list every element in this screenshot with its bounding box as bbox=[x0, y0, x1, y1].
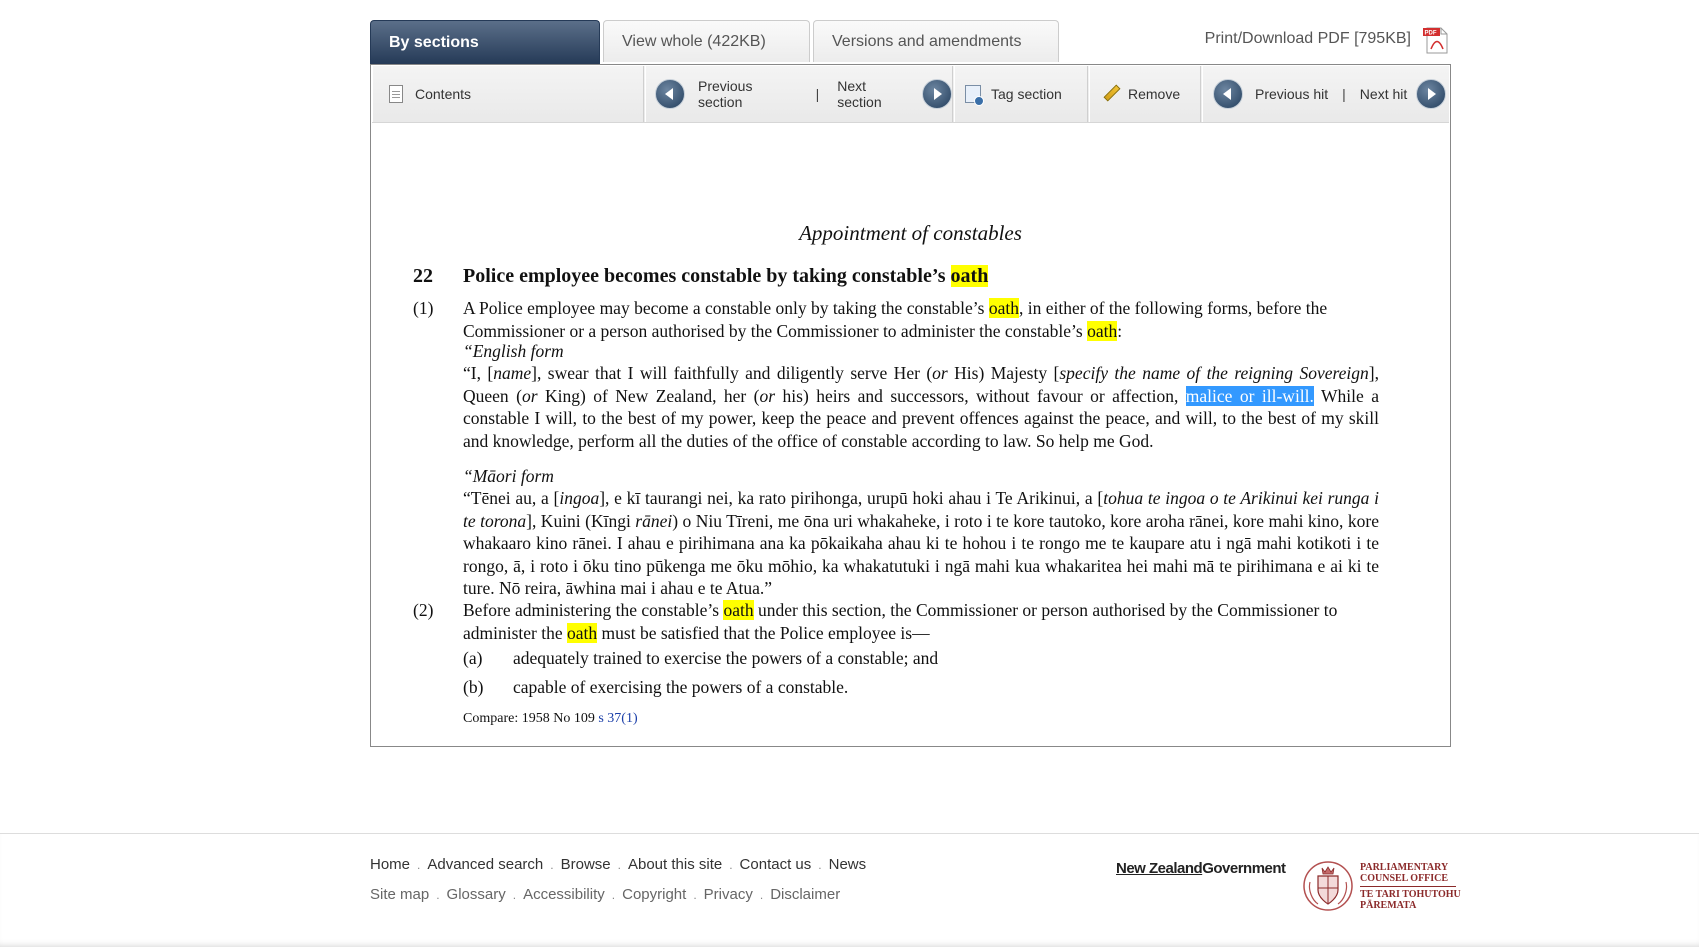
hit-nav: Previous hit | Next hit bbox=[1202, 66, 1450, 122]
footer-links-secondary: Site map. Glossary. Accessibility. Copyrigh… bbox=[370, 886, 840, 903]
subsection-1: A Police employee may become a constable… bbox=[463, 298, 1328, 341]
next-section-link[interactable]: Next section bbox=[837, 78, 912, 110]
pdf-icon[interactable]: PDF bbox=[1421, 25, 1451, 55]
section-title: Police employee becomes constable by tak… bbox=[463, 265, 989, 287]
search-hit: oath bbox=[988, 298, 1019, 318]
footer-link-news[interactable]: News bbox=[829, 856, 867, 873]
tab-by-sections[interactable]: By sections bbox=[370, 20, 600, 64]
remove-label: Remove bbox=[1128, 86, 1181, 102]
footer-link-privacy[interactable]: Privacy bbox=[704, 886, 753, 903]
footer-separator: . bbox=[550, 858, 554, 872]
footer-link-about-this-site[interactable]: About this site bbox=[628, 856, 722, 873]
footer-separator: . bbox=[512, 888, 517, 902]
selected-text: malice or ill-will. bbox=[1185, 385, 1314, 406]
maori-form-label: “Māori form bbox=[463, 466, 554, 486]
english-form-label: “English form bbox=[463, 341, 564, 361]
search-hit: oath bbox=[567, 622, 598, 643]
remove-button[interactable]: Remove bbox=[1089, 66, 1201, 122]
document-icon bbox=[389, 85, 403, 103]
part-heading: Appointment of constables bbox=[799, 221, 1022, 245]
tag-section-button[interactable]: Tag section bbox=[954, 66, 1088, 122]
crest-icon bbox=[1303, 861, 1353, 911]
tab-bar: By sections View whole (422KB) Versions … bbox=[370, 20, 1451, 64]
arrow-right-icon[interactable] bbox=[1416, 79, 1447, 109]
footer-separator: . bbox=[611, 888, 616, 902]
search-hit: oath bbox=[1087, 320, 1118, 341]
compare-note: Compare: 1958 No 109 s 37(1) bbox=[463, 711, 638, 726]
pco-logo-text[interactable]: PARLIAMENTARY COUNSEL OFFICE TE TARI TOH… bbox=[1360, 862, 1461, 911]
footer-link-accessibility[interactable]: Accessibility bbox=[523, 886, 605, 903]
previous-section-link[interactable]: Previous section bbox=[698, 78, 798, 110]
footer-link-contact-us[interactable]: Contact us bbox=[740, 856, 812, 873]
footer-link-home[interactable]: Home bbox=[370, 856, 410, 873]
footer-separator: . bbox=[417, 858, 421, 872]
footer-link-disclaimer[interactable]: Disclaimer bbox=[770, 886, 840, 903]
toolbar: Contents Previous section | Next section… bbox=[372, 66, 1449, 123]
footer-separator: . bbox=[617, 858, 621, 872]
english-oath: “I, [name], swear that I will faithfully… bbox=[463, 363, 1379, 451]
contents-label: Contents bbox=[415, 86, 472, 102]
footer-separator: . bbox=[759, 888, 764, 902]
subsection-number: (2) bbox=[413, 600, 434, 620]
arrow-left-icon[interactable] bbox=[655, 79, 685, 109]
section-number: 22 bbox=[413, 265, 433, 287]
footer-link-glossary[interactable]: Glossary bbox=[447, 886, 506, 903]
next-hit-link[interactable]: Next hit bbox=[1360, 86, 1407, 102]
footer-separator: . bbox=[729, 858, 733, 872]
separator: | bbox=[815, 86, 820, 102]
svg-text:PDF: PDF bbox=[1425, 31, 1437, 37]
footer-link-advanced-search[interactable]: Advanced search bbox=[427, 856, 543, 873]
paragraph-number: (a) bbox=[463, 648, 483, 668]
pencil-icon bbox=[1102, 85, 1120, 103]
paragraph-a: adequately trained to exercise the power… bbox=[513, 648, 939, 668]
footer-separator: . bbox=[693, 888, 697, 902]
tag-icon bbox=[965, 85, 984, 106]
tag-section-label: Tag section bbox=[991, 86, 1062, 102]
compare-link[interactable]: s 37(1) bbox=[598, 711, 637, 726]
arrow-left-icon[interactable] bbox=[1213, 79, 1243, 109]
subsection-2: Before administering the constable’s oat… bbox=[463, 600, 1338, 643]
footer-link-site-map[interactable]: Site map bbox=[370, 886, 429, 903]
footer-link-copyright[interactable]: Copyright bbox=[622, 886, 686, 903]
paragraph-b: capable of exercising the powers of a co… bbox=[513, 677, 849, 697]
content-panel: Contents Previous section | Next section… bbox=[370, 64, 1451, 747]
print-pdf-link[interactable]: Print/Download PDF [795KB] bbox=[1205, 30, 1411, 48]
footer-link-browse[interactable]: Browse bbox=[561, 856, 611, 873]
tab-versions[interactable]: Versions and amendments bbox=[813, 20, 1059, 62]
footer-separator: . bbox=[818, 858, 822, 872]
subsection-number: (1) bbox=[413, 298, 434, 318]
previous-hit-link[interactable]: Previous hit bbox=[1255, 86, 1328, 102]
search-hit: oath bbox=[723, 600, 754, 620]
section-nav: Previous section | Next section bbox=[645, 66, 953, 122]
tab-view-whole[interactable]: View whole (422KB) bbox=[603, 20, 810, 62]
arrow-right-icon[interactable] bbox=[922, 79, 952, 109]
nz-government-logo[interactable]: New ZealandGovernment bbox=[1116, 860, 1286, 877]
maori-oath: “Tēnei au, a [ingoa], e kī taurangi nei,… bbox=[463, 488, 1380, 598]
separator: | bbox=[1342, 86, 1346, 102]
footer-separator: . bbox=[436, 888, 440, 902]
contents-button[interactable]: Contents bbox=[372, 66, 644, 122]
search-hit: oath bbox=[950, 265, 989, 287]
footer-links-primary: Home. Advanced search. Browse. About this s… bbox=[370, 856, 866, 873]
paragraph-number: (b) bbox=[463, 677, 484, 697]
